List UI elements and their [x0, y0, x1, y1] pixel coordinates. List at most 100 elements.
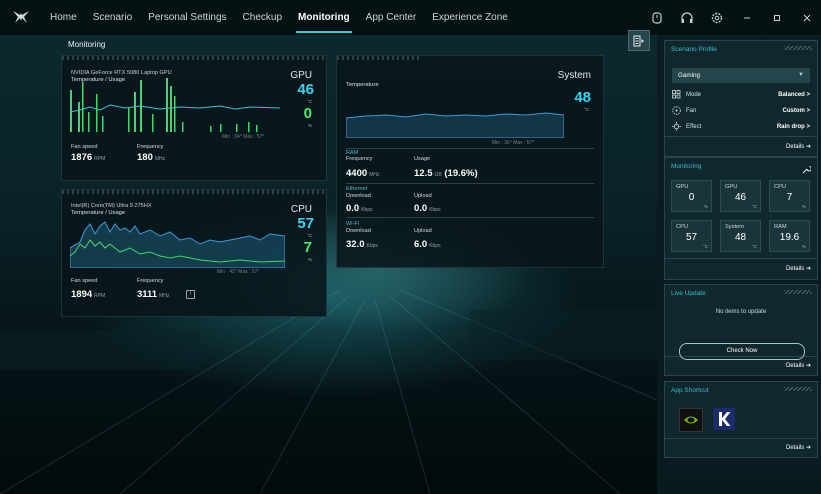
info-icon[interactable]: i — [186, 290, 195, 299]
card-hatch — [784, 290, 812, 294]
system-temperature-value: 48 — [574, 89, 591, 106]
gpu-tag: GPU — [290, 70, 312, 81]
gpu-temperature-value: 46 — [297, 81, 314, 98]
wifi-upload-number: 6.0 — [414, 239, 428, 250]
system-card: System Temperature 48 °C Min : 36° Max :… — [336, 55, 604, 268]
fan-icon — [672, 106, 681, 115]
monitor-tile-system-temp[interactable]: System 48 °C — [720, 220, 761, 252]
ethernet-upload-number: 0.0 — [414, 203, 428, 214]
headset-icon[interactable] — [679, 10, 695, 26]
divider — [346, 148, 594, 149]
cpu-tag: CPU — [290, 204, 312, 215]
gamepad-icon[interactable] — [649, 10, 665, 26]
cpu-chart-subtitle: Temperature / Usage — [71, 210, 126, 216]
ram-usage-number: 12.5 — [414, 168, 433, 179]
main-nav: Home Scenario Personal Settings Checkup … — [42, 0, 516, 35]
ram-usage-label: Usage — [414, 156, 431, 162]
wifi-download-unit: Kbps — [366, 243, 378, 249]
ethernet-upload-value: 0.0 Kbps — [414, 203, 441, 214]
tab-personal-settings[interactable]: Personal Settings — [140, 0, 234, 35]
tile-value: 48 — [734, 232, 747, 243]
gpu-frequency-value: 180 MHz — [137, 152, 165, 163]
tab-checkup[interactable]: Checkup — [235, 0, 290, 35]
scenario-details-link[interactable]: Details ➔ — [786, 143, 811, 150]
ethernet-download-unit: Kbps — [361, 207, 373, 213]
live-update-title: Live Update — [671, 290, 706, 297]
tile-unit: °C — [751, 204, 757, 209]
panel-collapse-icon[interactable] — [628, 30, 650, 51]
app-shortcut-details-link[interactable]: Details ➔ — [786, 444, 811, 451]
ram-usage-unit: GB — [434, 172, 442, 178]
gpu-fan-unit: RPM — [94, 156, 106, 162]
scenario-row-mode[interactable]: Mode Balanced > — [672, 90, 810, 104]
monitor-tile-cpu-usage[interactable]: CPU 7% — [769, 180, 810, 212]
scenario-row-value: Balanced > — [778, 92, 810, 98]
top-navigation-bar: Home Scenario Personal Settings Checkup … — [0, 0, 821, 35]
monitor-tile-gpu-temp[interactable]: GPU 46 °C — [720, 180, 761, 212]
tile-value: 0 — [688, 192, 695, 203]
card-hatch — [62, 56, 326, 60]
scenario-row-effect[interactable]: Effect Rain drop > — [672, 122, 810, 136]
live-update-message: No items to update — [715, 309, 767, 315]
live-update-details-link[interactable]: Details ➔ — [786, 362, 811, 369]
tab-home[interactable]: Home — [42, 0, 85, 35]
cpu-fan-number: 1894 — [71, 289, 93, 300]
check-now-button[interactable]: Check Now — [679, 343, 805, 360]
cpu-temperature-value: 57 — [297, 215, 314, 232]
gpu-fan-number: 1876 — [71, 152, 93, 163]
ram-usage-value: 12.5 GB (19.6%) — [414, 168, 478, 179]
monitoring-details-link[interactable]: Details ➔ — [786, 265, 811, 272]
page-title: Monitoring — [68, 40, 106, 49]
wrench-icon[interactable] — [802, 161, 812, 174]
cpu-frequency-number: 3111 — [137, 289, 158, 300]
wifi-title: Wi-Fi — [346, 221, 360, 227]
tab-monitoring[interactable]: Monitoring — [290, 0, 358, 35]
ram-frequency-unit: MHz — [369, 172, 380, 178]
card-hatch — [62, 190, 326, 194]
gpu-card: NVIDIA GeForce RTX 5080 Laptop GPU Tempe… — [61, 55, 327, 181]
tab-experience-zone[interactable]: Experience Zone — [424, 0, 516, 35]
close-icon[interactable] — [799, 10, 815, 26]
system-chart-subtitle: Temperature — [346, 82, 379, 88]
divider — [665, 258, 817, 259]
gpu-usage-graph — [70, 78, 280, 132]
effect-icon — [672, 122, 681, 131]
minimize-icon[interactable] — [739, 10, 755, 26]
tile-label: System — [725, 224, 744, 230]
scenario-profile-select[interactable]: Gaming ▼ — [672, 68, 810, 83]
scenario-row-fan[interactable]: Fan Custom > — [672, 106, 810, 120]
monitor-tile-gpu-usage[interactable]: GPU 0% — [671, 180, 712, 212]
tile-label: CPU — [676, 224, 689, 230]
monitor-tile-ram-usage[interactable]: RAM 19.6% — [769, 220, 810, 252]
killer-icon[interactable] — [713, 408, 735, 430]
scenario-profile-card: Scenario Profile Gaming ▼ Mode Balanced … — [664, 40, 818, 157]
cpu-temperature-unit: °C — [307, 233, 313, 238]
tile-unit: % — [801, 204, 806, 209]
chevron-down-icon: ▼ — [798, 72, 804, 78]
tile-label: GPU — [676, 184, 689, 190]
cpu-fan-label: Fan speed — [71, 278, 98, 284]
settings-icon[interactable] — [709, 10, 725, 26]
wifi-upload-value: 6.0 Kbps — [414, 239, 441, 250]
ram-usage-percent: (19.6%) — [444, 168, 478, 179]
tab-app-center[interactable]: App Center — [358, 0, 425, 35]
tab-scenario[interactable]: Scenario — [85, 0, 140, 35]
scenario-row-value: Rain drop > — [776, 124, 810, 130]
monitor-tile-cpu-temp[interactable]: CPU 57 °C — [671, 220, 712, 252]
tile-value: 19.6 — [779, 232, 800, 243]
gpu-fan-value: 1876 RPM — [71, 152, 105, 163]
cpu-card: Intel(R) Core(TM) Ultra 9 275HX Temperat… — [61, 189, 327, 317]
scenario-profile-title: Scenario Profile — [671, 46, 717, 53]
nvidia-icon[interactable] — [679, 408, 703, 432]
cpu-fan-unit: RPM — [94, 293, 106, 299]
predator-logo-icon — [12, 10, 30, 24]
divider — [346, 183, 594, 184]
ethernet-download-number: 0.0 — [346, 203, 360, 214]
ram-frequency-number: 4400 — [346, 168, 368, 179]
cpu-device-name: Intel(R) Core(TM) Ultra 9 275HX — [71, 203, 152, 209]
scenario-row-label: Fan — [686, 108, 697, 114]
divider — [665, 356, 817, 357]
maximize-icon[interactable] — [769, 10, 785, 26]
wifi-download-label: Download — [346, 228, 371, 234]
wifi-download-value: 32.0 Kbps — [346, 239, 378, 250]
